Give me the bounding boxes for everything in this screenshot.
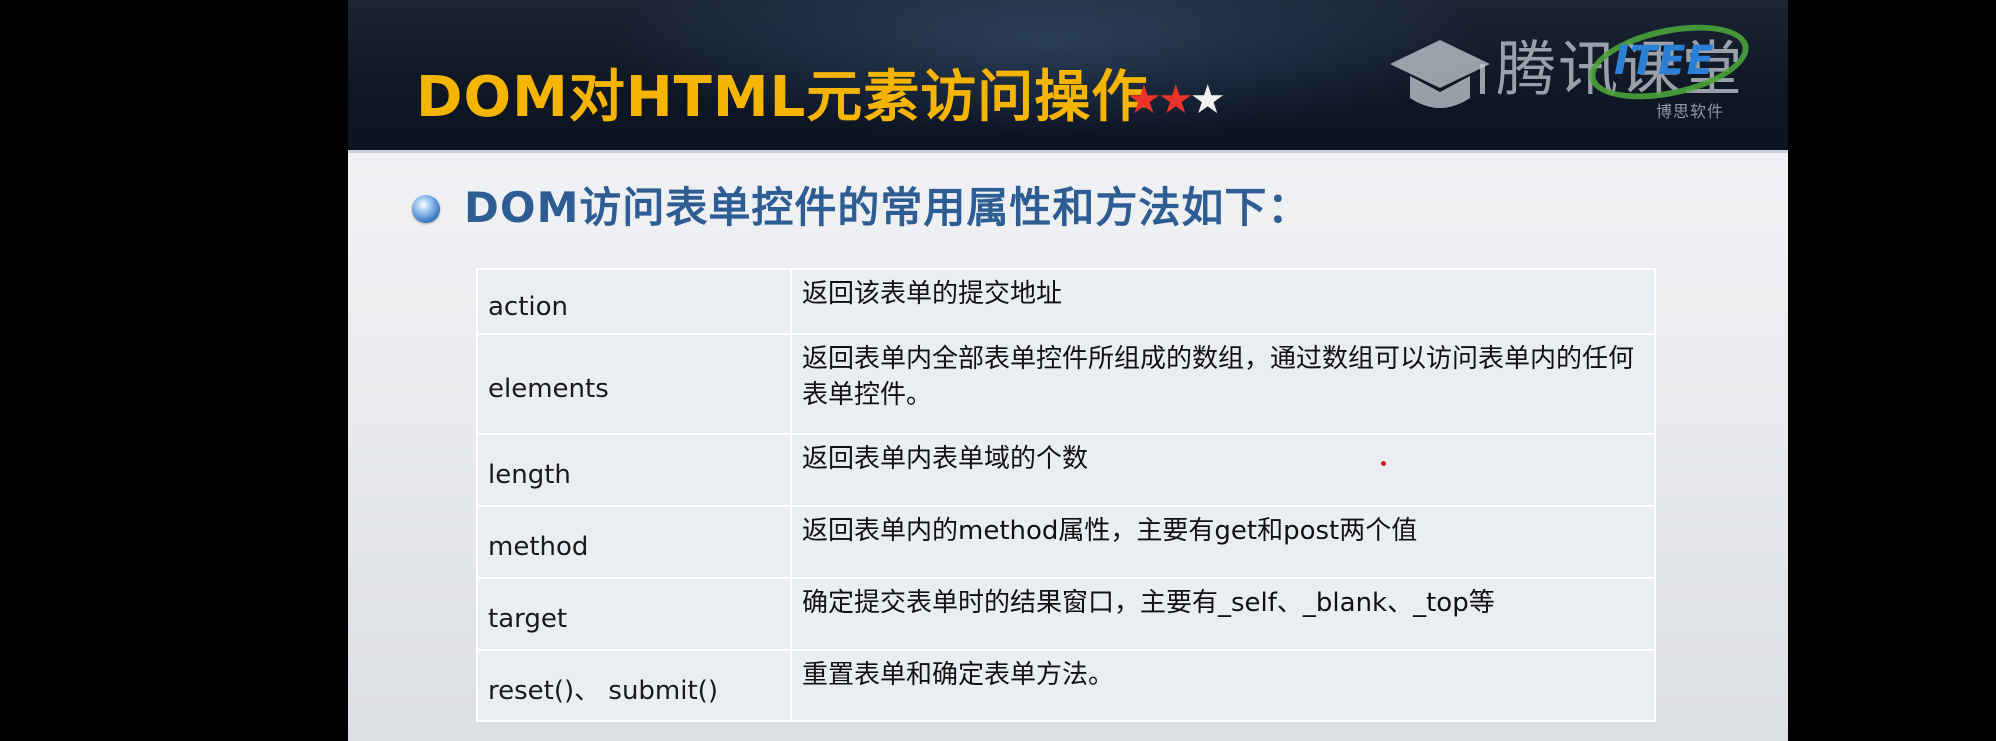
property-description: 返回该表单的提交地址 [790, 268, 1656, 335]
logo-subtext: 博思软件 [1656, 102, 1725, 121]
slide-title: DOM对HTML元素访问操作 [416, 65, 1149, 130]
watermark-logo: 腾讯课堂 ITEE 博思软件 [1388, 11, 1756, 128]
table-row: reset()、 submit() 重置表单和确定表单方法。 [476, 649, 1656, 722]
star-icon: ★ [1189, 77, 1226, 123]
property-name: action [476, 268, 792, 335]
table-row: length 返回表单内表单域的个数 [476, 433, 1656, 507]
property-description: 返回表单内表单域的个数 [790, 433, 1656, 507]
graduation-cap-icon [1390, 40, 1490, 108]
property-description: 确定提交表单时的结果窗口，主要有_self、_blank、_top等 [790, 577, 1656, 651]
difficulty-stars: ★★★ [1126, 77, 1226, 123]
cursor-dot [1381, 461, 1386, 466]
header-divider [348, 150, 1788, 153]
bullet-circle-icon [412, 195, 440, 223]
table-row: method 返回表单内的method属性，主要有get和post两个值 [476, 505, 1656, 579]
property-name: reset()、 submit() [476, 649, 792, 722]
table-row: action 返回该表单的提交地址 [476, 268, 1656, 335]
table-row: elements 返回表单内全部表单控件所组成的数组，通过数组可以访问表单内的任… [476, 333, 1656, 435]
slide-subtitle: DOM访问表单控件的常用属性和方法如下： [464, 183, 1311, 232]
property-description: 重置表单和确定表单方法。 [790, 649, 1656, 722]
property-name: length [476, 433, 792, 507]
slide: DOM对HTML元素访问操作 ★★★ 腾讯课堂 ITEE 博思软件 DOM访问表… [348, 0, 1788, 741]
logo-brand: ITEE [1614, 38, 1715, 84]
property-name: elements [476, 333, 792, 435]
table-row: target 确定提交表单时的结果窗口，主要有_self、_blank、_top… [476, 577, 1656, 651]
property-name: method [476, 505, 792, 579]
property-description: 返回表单内全部表单控件所组成的数组，通过数组可以访问表单内的任何表单控件。 [790, 333, 1656, 435]
star-icon: ★ [1126, 77, 1162, 123]
property-name: target [476, 577, 792, 651]
star-icon: ★ [1157, 77, 1194, 123]
slide-header: DOM对HTML元素访问操作 ★★★ 腾讯课堂 ITEE 博思软件 [348, 0, 1788, 150]
properties-table: action 返回该表单的提交地址 elements 返回表单内全部表单控件所组… [476, 268, 1656, 722]
property-description: 返回表单内的method属性，主要有get和post两个值 [790, 505, 1656, 579]
